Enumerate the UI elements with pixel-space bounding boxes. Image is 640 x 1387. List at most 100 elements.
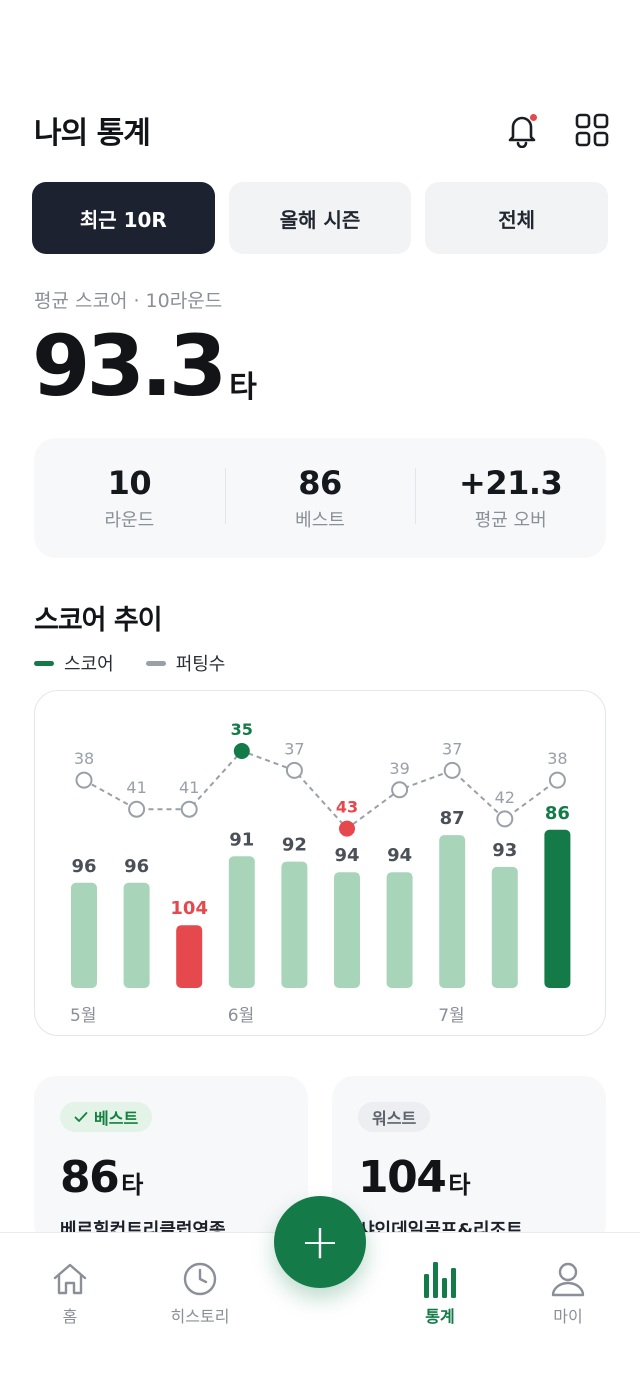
legend-item-score: 스코어 (34, 650, 114, 676)
putts-label: 37 (284, 739, 304, 758)
summary-label: 라운드 (104, 510, 155, 531)
x-tick-label: 6월 (228, 1006, 254, 1026)
putts-point (180, 800, 198, 818)
putts-label: 41 (179, 778, 199, 797)
header-actions (504, 112, 610, 148)
nav-item-stats[interactable]: 통계 (390, 1259, 490, 1327)
legend-swatch-score (34, 660, 54, 666)
period-tabs: 최근 10R 올해 시즌 전체 (32, 182, 609, 254)
summary-value: 10 (107, 464, 152, 502)
summary-value: 86 (298, 464, 342, 502)
best-round-card[interactable]: 베스트 86 타 베르힐컨트리클럽영종 (34, 1076, 308, 1246)
score-bar (228, 856, 255, 988)
summary-label: 평균 오버 (474, 510, 547, 531)
nav-item-home[interactable]: 홈 (20, 1259, 120, 1327)
grid-view-button[interactable] (574, 112, 610, 148)
legend-label: 퍼팅수 (175, 654, 226, 675)
putts-point (339, 820, 355, 837)
grid-icon (575, 113, 609, 147)
user-icon (548, 1259, 588, 1299)
score-label: 104 (170, 898, 208, 919)
best-score-value: 86 (60, 1152, 120, 1203)
score-label: 87 (440, 808, 465, 829)
summary-value: +21.3 (459, 464, 563, 502)
summary-card: 10 라운드 86 베스트 +21.3 평균 오버 (34, 438, 606, 558)
home-icon (50, 1259, 90, 1299)
average-score-value: 93.3 (32, 317, 227, 415)
best-score: 86 타 (60, 1154, 282, 1202)
score-bar (176, 925, 203, 988)
score-bar (491, 866, 518, 988)
average-score-label: 평균 스코어 · 10라운드 (34, 290, 223, 312)
putts-label: 41 (126, 778, 146, 797)
tab-this-season[interactable]: 올해 시즌 (228, 182, 412, 254)
plus-icon: + (299, 1214, 341, 1270)
trend-section-title: 스코어 추이 (34, 605, 163, 636)
chart-legend: 스코어 퍼팅수 (34, 650, 225, 676)
notification-button[interactable] (504, 112, 540, 148)
worst-score-unit: 타 (448, 1171, 471, 1199)
summary-label: 베스트 (295, 510, 345, 531)
score-bar (439, 835, 466, 988)
worst-badge-label: 워스트 (372, 1109, 417, 1128)
legend-item-putts: 퍼팅수 (145, 650, 226, 676)
best-score-unit: 타 (121, 1171, 144, 1199)
score-bar (386, 872, 413, 988)
worst-badge: 워스트 (358, 1102, 431, 1132)
score-label: 93 (492, 840, 517, 861)
x-tick-label: 5월 (70, 1006, 96, 1026)
nav-label: 히스토리 (170, 1307, 230, 1326)
worst-score-value: 104 (358, 1152, 447, 1203)
putts-label: 38 (74, 749, 94, 768)
tab-recent-10r[interactable]: 최근 10R (32, 182, 215, 254)
notification-badge (530, 114, 537, 121)
summary-best: 86 베스트 (224, 464, 416, 532)
score-label: 94 (334, 845, 359, 866)
putts-label: 37 (442, 739, 462, 758)
summary-rounds: 10 라운드 (34, 464, 225, 532)
nav-label: 홈 (62, 1307, 78, 1326)
worst-round-card[interactable]: 워스트 104 타 샤인데일골프&리조트 (332, 1076, 606, 1246)
putts-point (233, 743, 250, 759)
tab-all[interactable]: 전체 (425, 182, 609, 254)
check-icon (74, 1112, 88, 1122)
score-bar (123, 882, 150, 988)
putts-point (496, 810, 514, 828)
score-label: 92 (282, 835, 307, 856)
nav-label: 마이 (553, 1307, 583, 1326)
score-trend-chart-svg: 96 96 104 91 92 94 94 87 93 86 38 41 41 35 37 43 39 37 42 3… (70, 720, 571, 1026)
score-label: 91 (229, 829, 254, 850)
legend-label: 스코어 (64, 654, 114, 675)
bar-chart-icon (420, 1259, 460, 1299)
score-label: 86 (545, 803, 570, 824)
nav-item-history[interactable]: 히스토리 (150, 1259, 250, 1327)
summary-average-over: +21.3 평균 오버 (415, 464, 606, 532)
putts-point (75, 771, 93, 789)
score-bar (281, 861, 308, 988)
average-score-unit: 타 (229, 370, 257, 405)
best-badge-label: 베스트 (94, 1109, 139, 1128)
add-round-button[interactable]: + (274, 1196, 366, 1288)
putts-point (443, 761, 461, 779)
score-trend-chart: 96 96 104 91 92 94 94 87 93 86 38 41 41 35 37 43 39 37 42 3… (34, 690, 606, 1036)
putts-point (285, 761, 303, 779)
putts-point (548, 771, 566, 789)
best-badge: 베스트 (60, 1102, 153, 1132)
header: 나의 통계 (34, 108, 610, 152)
score-bar (334, 872, 360, 988)
score-bar (71, 882, 97, 988)
putts-label: 38 (547, 749, 567, 768)
page-title: 나의 통계 (34, 116, 151, 151)
score-label: 96 (71, 856, 96, 877)
putts-label: 35 (231, 720, 253, 739)
score-label: 94 (387, 845, 412, 866)
putts-point (128, 800, 146, 818)
nav-label: 통계 (425, 1307, 455, 1326)
legend-swatch-putts (145, 660, 166, 666)
putts-label: 42 (495, 788, 515, 807)
worst-score: 104 타 (358, 1154, 580, 1202)
clock-icon (180, 1259, 220, 1299)
putts-label: 43 (336, 798, 358, 817)
nav-item-my[interactable]: 마이 (518, 1259, 618, 1327)
putts-label: 39 (389, 759, 409, 778)
